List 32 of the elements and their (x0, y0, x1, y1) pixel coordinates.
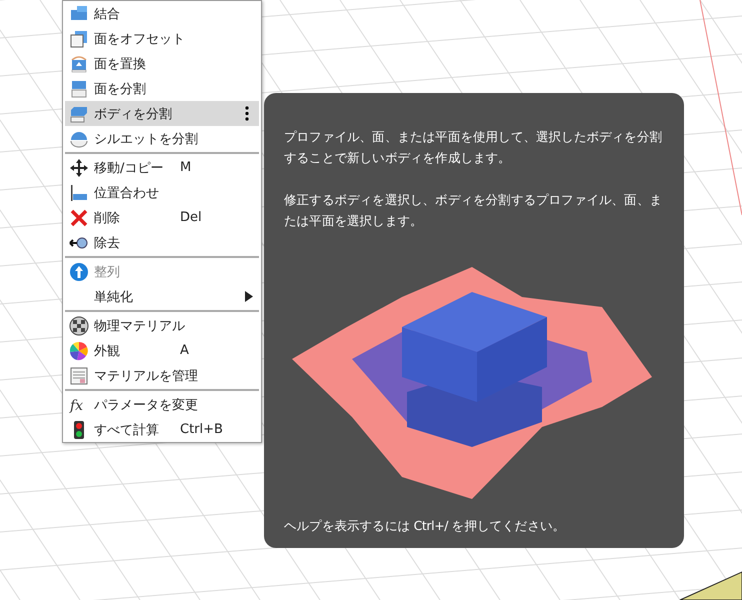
menu-item[interactable]: 外観 A (65, 338, 259, 363)
menu-item[interactable]: すべて計算 Ctrl+B (65, 417, 259, 442)
menu-item[interactable]: 位置合わせ (65, 180, 259, 205)
align-icon (69, 182, 89, 202)
menu-item[interactable]: 結合 (65, 1, 259, 26)
more-icon[interactable] (245, 106, 249, 121)
offset-icon (69, 28, 89, 48)
fx-icon: fx (69, 394, 89, 414)
menu-item[interactable]: シルエットを分割 (65, 126, 259, 151)
description-text: プロファイル、面、または平面を使用して、選択したボディを分割することで新しいボディを作成します。 (284, 128, 664, 167)
splitface-icon (69, 78, 89, 98)
menu-item[interactable]: 物理マテリアル (65, 313, 259, 338)
menu-item[interactable]: fx パラメータを変更 (65, 392, 259, 417)
menu-item[interactable]: 除去 (65, 230, 259, 255)
menu-item[interactable]: マテリアルを管理 (65, 363, 259, 388)
description-text: 修正するボディを選択し、ボディを分割するプロファイル、面、または平面を選択します。 (284, 191, 664, 230)
menu-item[interactable]: 単純化 (65, 284, 259, 309)
menu-item[interactable]: ボディを分割 (65, 101, 259, 126)
menu-item[interactable]: 面を置換 (65, 51, 259, 76)
model-corner-drawing (680, 571, 742, 600)
delete-icon (69, 208, 89, 228)
manage-icon (69, 366, 89, 386)
menu-item[interactable]: 削除 Del (65, 205, 259, 230)
menu-item[interactable]: 面をオフセット (65, 26, 259, 51)
physical-icon (69, 316, 89, 336)
replace-icon (69, 54, 89, 74)
menu-item[interactable]: 移動/コピー M (65, 155, 259, 180)
move-icon (69, 158, 89, 178)
help-hint-text: ヘルプを表示するには Ctrl+/ を押してください。 (284, 517, 566, 535)
appearance-icon (69, 340, 89, 360)
menu-item[interactable]: 面を分割 (65, 76, 259, 101)
arrange-icon (69, 262, 89, 282)
